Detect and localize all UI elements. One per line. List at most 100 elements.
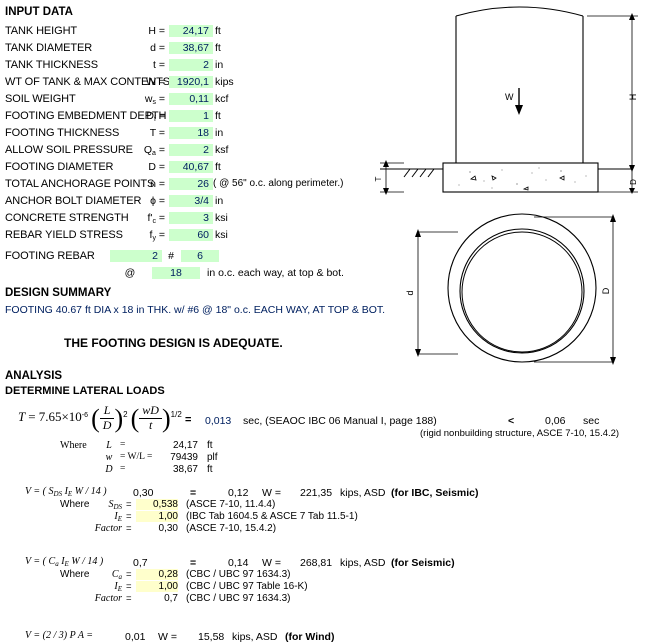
input-symbol-6: T = — [149, 127, 165, 139]
analysis-heading: ANALYSIS — [5, 370, 63, 382]
input-value-5[interactable]: 1 — [169, 110, 213, 122]
period-symbol: T — [18, 409, 26, 425]
plan-outer-label: D — [601, 287, 611, 294]
shear-term-value-1-2: 0,7 — [164, 593, 178, 604]
input-value-7[interactable]: 2 — [169, 144, 213, 156]
shear-term-value-0-2: 0,30 — [158, 523, 178, 534]
shear-term-value-0-1[interactable]: 1,00 — [136, 511, 178, 522]
input-label-0: TANK HEIGHT — [5, 25, 78, 37]
input-symbol-9: n = — [150, 178, 165, 190]
input-unit-1: ft — [215, 42, 221, 54]
wind-tag: (for Wind) — [285, 631, 335, 643]
ratio-numerator-l: L — [99, 403, 115, 419]
paren-close-2: ) — [161, 403, 171, 433]
input-value-6[interactable]: 18 — [169, 127, 213, 139]
input-value-3[interactable]: 1920,1 — [169, 76, 213, 88]
input-symbol-1: d = — [150, 42, 165, 54]
paren-open-1: ( — [91, 403, 100, 433]
shear-term-reference-1-2: (CBC / UBC 97 1634.3) — [186, 593, 291, 604]
shear-term-value-1-0[interactable]: 0,28 — [136, 569, 178, 580]
period-limit-unit: sec — [583, 415, 600, 427]
tank-elevation-view: W H D T — [374, 2, 646, 198]
shear-term-equals-0-0: = — [126, 499, 132, 510]
input-label-2: TANK THICKNESS — [5, 59, 98, 71]
ratio-l-over-d: LD — [99, 403, 115, 433]
shear-term-symbol-1-2: Factor — [94, 593, 122, 604]
input-symbol-7: Qa = — [143, 144, 165, 157]
period-result-equals: = — [185, 414, 192, 426]
wind-force-unit: kips, ASD — [232, 631, 278, 643]
shear-factor-1: 0,7 — [133, 557, 148, 569]
period-term-equals-2: = — [120, 464, 126, 474]
footing-rebar-hash: # — [168, 250, 174, 262]
shear-tag-1: (for Seismic) — [391, 557, 455, 569]
footing-rebar-size[interactable]: 6 — [181, 250, 219, 262]
input-value-0[interactable]: 24,17 — [169, 25, 213, 37]
period-term-symbol-0: L — [106, 440, 112, 451]
wind-w-label: W = — [158, 631, 177, 643]
input-value-1[interactable]: 38,67 — [169, 42, 213, 54]
input-unit-12: ksi — [215, 229, 228, 241]
shear-w-label-0: W = — [262, 487, 281, 499]
rebar-spacing-value[interactable]: 18 — [152, 267, 200, 279]
period-term-unit-0: ft — [207, 440, 213, 451]
shear-tag-0: (for IBC, Seismic) — [391, 487, 479, 499]
input-value-12[interactable]: 60 — [169, 229, 213, 241]
input-value-11[interactable]: 3 — [169, 212, 213, 224]
shear-formula-0: V = ( SDS IE W / 14 ) — [25, 486, 107, 498]
input-symbol-0: H = — [148, 25, 165, 37]
shear-term-symbol-0-2: Factor — [94, 523, 122, 534]
shear-term-value-0-0[interactable]: 0,538 — [136, 499, 178, 510]
input-value-10[interactable]: 3/4 — [169, 195, 213, 207]
input-value-9[interactable]: 26 — [169, 178, 213, 190]
input-symbol-3: W = — [146, 76, 165, 88]
shear-term-value-1-1[interactable]: 1,00 — [136, 581, 178, 592]
shear-term-reference-1-1: (CBC / UBC 97 Table 16-K) — [186, 581, 308, 592]
input-value-4[interactable]: 0,11 — [169, 93, 213, 105]
paren-open-2: ( — [130, 403, 140, 433]
shear-term-equals-1-0: = — [126, 569, 132, 580]
period-term-equals-0: = — [120, 440, 126, 450]
shear-term-reference-0-2: (ASCE 7-10, 15.4.2) — [186, 523, 277, 534]
shear-equals-1: = — [190, 557, 197, 569]
period-term-value-1: 79439 — [170, 452, 198, 463]
input-data-heading: INPUT DATA — [5, 6, 73, 18]
period-result-unit: sec, (SEAOC IBC 06 Manual I, page 188) — [243, 415, 437, 427]
shear-term-symbol-0-1: IE — [114, 511, 122, 523]
shear-term-equals-1-1: = — [126, 581, 132, 592]
shear-w-label-1: W = — [262, 557, 281, 569]
period-term-value-0: 24,17 — [172, 440, 198, 451]
footing-rebar-count[interactable]: 2 — [110, 250, 162, 262]
lateral-loads-heading: DETERMINE LATERAL LOADS — [5, 385, 165, 397]
input-symbol-12: fy = — [149, 229, 165, 242]
input-value-8[interactable]: 40,67 — [169, 161, 213, 173]
shear-force-1: 268,81 — [300, 557, 333, 569]
design-summary-line: FOOTING 40.67 ft DIA x 18 in THK. w/ #6 … — [5, 304, 386, 316]
spreadsheet-canvas: INPUT DATA TANK HEIGHT H = 24,17 ft TANK DIA… — [0, 0, 648, 643]
shear-term-equals-0-1: = — [126, 511, 132, 522]
shear-term-reference-1-0: (CBC / UBC 97 1634.3) — [186, 569, 291, 580]
shear-term-equals-0-2: = — [126, 523, 132, 534]
period-term-unit-2: ft — [207, 464, 213, 475]
shear-force-unit-1: kips, ASD — [340, 557, 386, 569]
ratio-denominator-t: t — [148, 417, 153, 432]
shear-factor-0: 0,30 — [133, 487, 154, 499]
input-unit-3: kips — [215, 76, 234, 88]
input-value-2[interactable]: 2 — [169, 59, 213, 71]
input-label-12: REBAR YIELD STRESS — [5, 229, 123, 241]
input-unit-11: ksi — [215, 212, 228, 224]
shear-coefficient-1: 0,14 — [228, 557, 249, 569]
input-unit-2: in — [215, 59, 224, 71]
ratio-wd-over-t: wD t — [139, 403, 162, 433]
input-unit-8: ft — [215, 161, 221, 173]
input-label-1: TANK DIAMETER — [5, 42, 93, 54]
period-term-value-2: 38,67 — [172, 464, 198, 475]
footing-rebar-label: FOOTING REBAR — [5, 250, 95, 262]
shear-force-unit-0: kips, ASD — [340, 487, 386, 499]
shear-term-reference-0-1: (IBC Tab 1604.5 & ASCE 7 Tab 11.5-1) — [186, 511, 358, 522]
period-term-symbol-1: w — [105, 452, 113, 463]
input-unit-7: ksf — [215, 144, 229, 156]
period-compare-operator: < — [508, 415, 515, 427]
shear-equals-0: = — [190, 487, 197, 499]
power-half: 1/2 — [170, 410, 182, 420]
